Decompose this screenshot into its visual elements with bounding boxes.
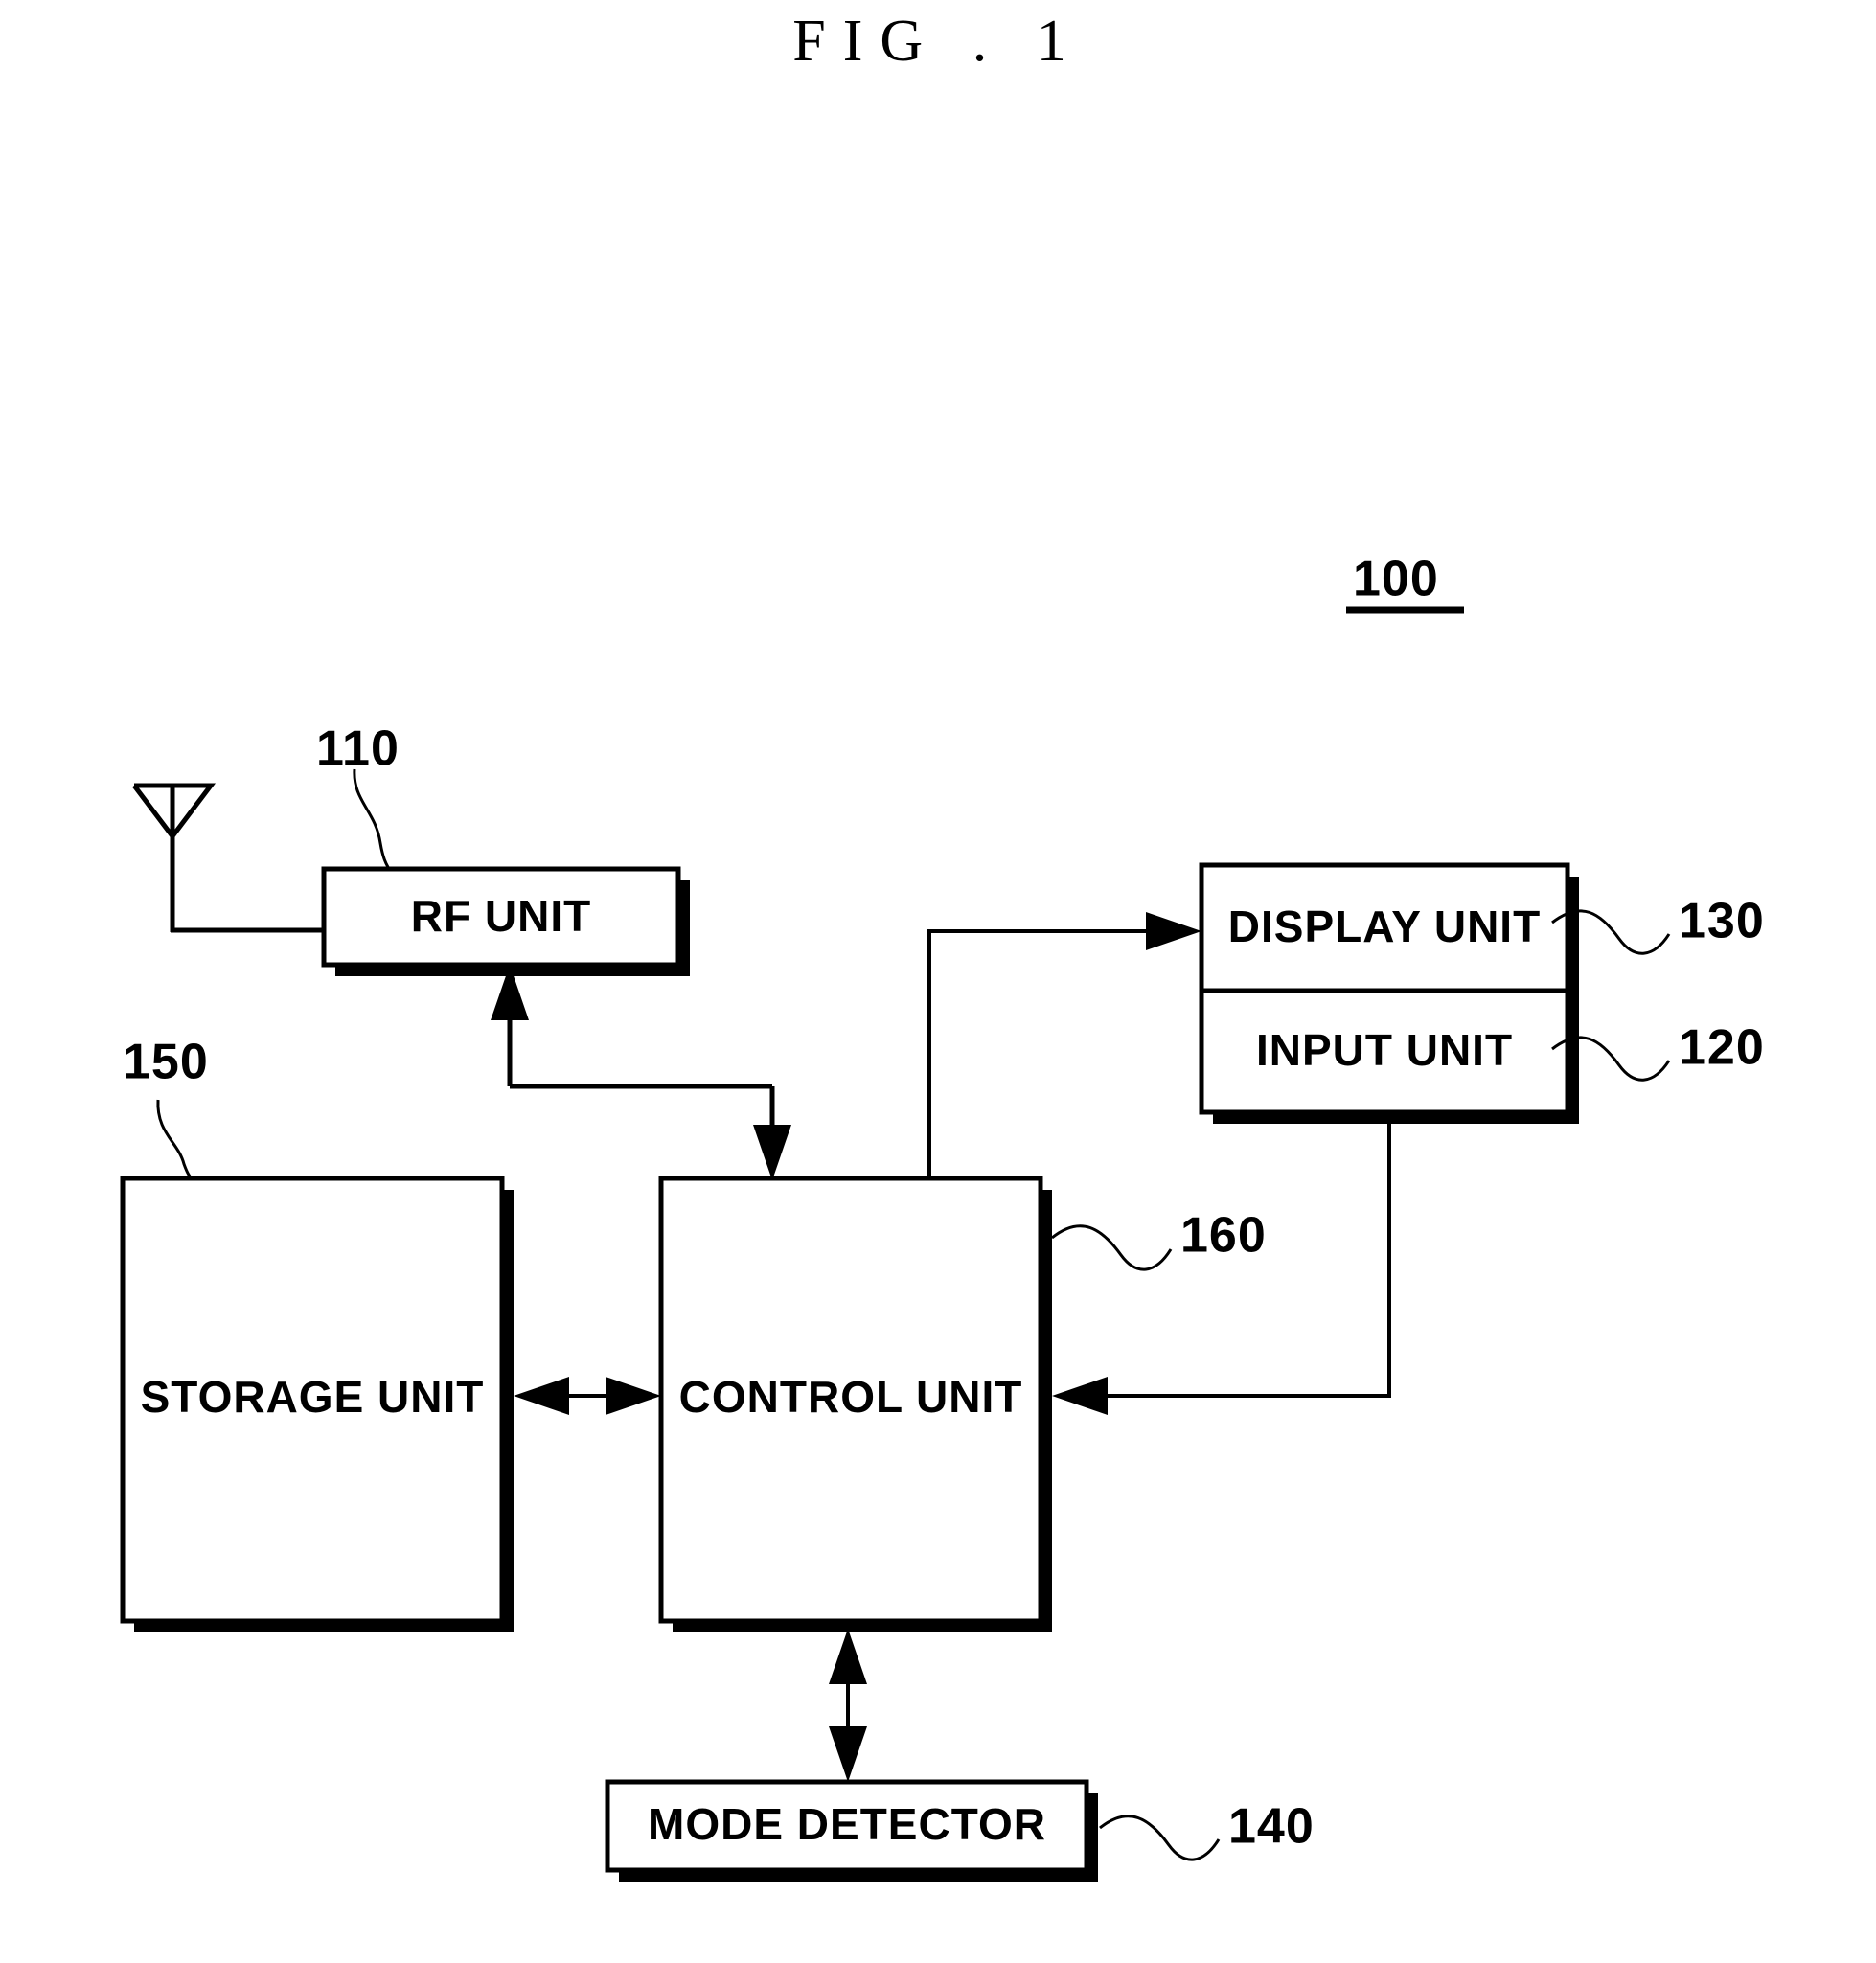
connector-rf-control	[491, 965, 791, 1180]
arrow-head-up-to-control	[829, 1629, 867, 1684]
ref-number-100: 100	[1353, 552, 1439, 607]
arrow-head-to-storage	[514, 1377, 569, 1415]
ref-number-160: 160	[1180, 1208, 1267, 1264]
arrow-head-to-control-left	[606, 1377, 661, 1415]
ref-number-120: 120	[1679, 1020, 1765, 1076]
storage-unit-label: STORAGE UNIT	[141, 1372, 485, 1422]
rf-unit-block[interactable]: RF UNIT	[321, 866, 690, 976]
rf-unit-label: RF UNIT	[411, 891, 591, 941]
display-unit-label: DISPLAY UNIT	[1228, 902, 1541, 951]
ref-160-leader: 160	[1051, 1208, 1267, 1271]
arrow-head-down-to-mode	[829, 1726, 867, 1782]
control-unit-label: CONTROL UNIT	[679, 1372, 1023, 1422]
storage-unit-block[interactable]: STORAGE UNIT	[120, 1176, 514, 1632]
arrow-head-down-to-control	[753, 1125, 791, 1180]
mode-detector-block[interactable]: MODE DETECTOR	[605, 1779, 1098, 1882]
display-input-stack: DISPLAY UNIT INPUT UNIT	[1199, 862, 1579, 1124]
antenna-icon	[132, 783, 326, 933]
arrow-head-to-control-right	[1052, 1377, 1108, 1415]
control-unit-block[interactable]: CONTROL UNIT	[658, 1176, 1052, 1632]
connector-input-control	[1052, 1119, 1391, 1415]
figure-title: FIG . 1	[792, 9, 1084, 74]
device-ref-100: 100	[1346, 552, 1464, 614]
input-unit-label: INPUT UNIT	[1256, 1025, 1513, 1075]
patent-figure: FIG . 1 100 RF UNIT 110 DISPLAY UNIT INP…	[0, 0, 1876, 1963]
ref-150-leader: 150	[123, 1035, 209, 1180]
connector-storage-control	[514, 1377, 661, 1415]
arrow-head-to-display	[1146, 912, 1201, 950]
ref-130-leader: 130	[1551, 894, 1765, 955]
ref-number-140: 140	[1228, 1799, 1315, 1855]
ref-number-150: 150	[123, 1035, 209, 1090]
block-diagram-canvas: 100 RF UNIT 110 DISPLAY UNIT INPUT UNIT	[120, 552, 1765, 1882]
ref-120-leader: 120	[1551, 1020, 1765, 1082]
mode-detector-label: MODE DETECTOR	[648, 1799, 1046, 1849]
ref-110-leader: 110	[316, 721, 400, 870]
connector-control-display	[927, 912, 1201, 1176]
ref-140-leader: 140	[1099, 1799, 1315, 1861]
ref-number-110: 110	[316, 721, 400, 777]
connector-control-mode	[829, 1629, 867, 1782]
ref-number-130: 130	[1679, 894, 1765, 949]
